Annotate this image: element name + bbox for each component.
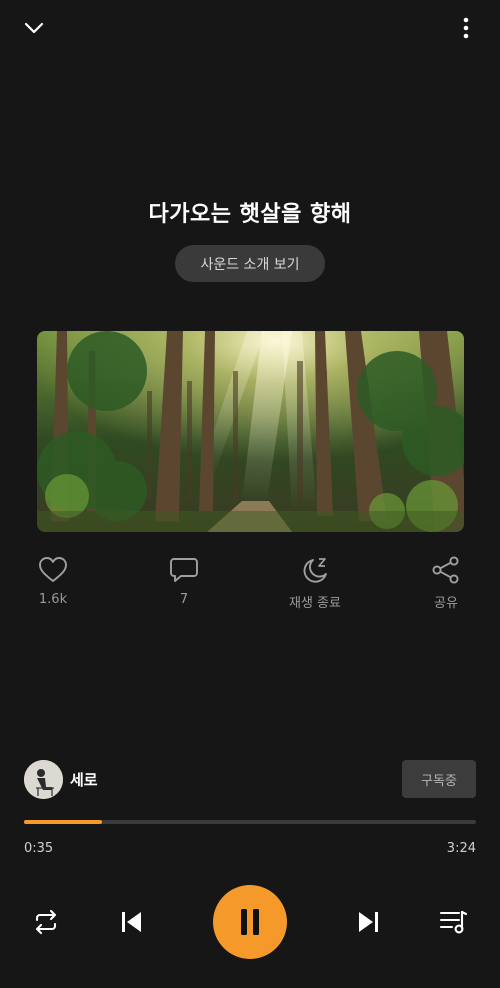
subscribe-button[interactable]: 구독중	[402, 760, 476, 798]
like-count: 1.6k	[38, 592, 68, 607]
elapsed-time: 0:35	[24, 841, 54, 856]
pause-icon	[239, 908, 261, 936]
forest-sunlight-image	[37, 331, 464, 532]
skip-next-icon	[357, 910, 381, 934]
share-button[interactable]: 공유	[396, 556, 496, 611]
track-title: 다가오는 햇살을 향해	[148, 202, 352, 227]
share-icon	[431, 556, 461, 584]
playlist-icon	[439, 909, 469, 935]
previous-button[interactable]	[113, 903, 149, 941]
skip-previous-icon	[119, 910, 143, 934]
comment-count: 7	[179, 592, 189, 607]
repeat-icon	[32, 908, 60, 936]
progress-fill	[24, 820, 102, 824]
next-button[interactable]	[351, 903, 387, 941]
sleep-timer-label: 재생 종료	[289, 596, 341, 611]
moon-zzz-icon	[300, 556, 330, 584]
pause-button[interactable]	[213, 885, 287, 959]
share-label: 공유	[434, 596, 458, 611]
total-time: 3:24	[446, 841, 476, 856]
avatar[interactable]	[24, 760, 63, 799]
chevron-down-icon	[24, 22, 44, 34]
sound-intro-button[interactable]: 사운드 소개 보기	[175, 245, 325, 282]
repeat-button[interactable]	[28, 903, 64, 941]
more-options-button[interactable]	[452, 12, 480, 44]
channel-name[interactable]: 세로	[70, 769, 98, 790]
comment-button[interactable]: 7	[134, 556, 234, 607]
playlist-button[interactable]	[436, 903, 472, 941]
sleep-timer-button[interactable]: 재생 종료	[265, 556, 365, 611]
heart-icon	[38, 556, 68, 584]
collapse-button[interactable]	[20, 14, 48, 42]
more-vertical-icon	[463, 17, 469, 39]
comment-icon	[169, 556, 199, 584]
progress-bar[interactable]	[24, 820, 476, 824]
like-button[interactable]: 1.6k	[3, 556, 103, 607]
